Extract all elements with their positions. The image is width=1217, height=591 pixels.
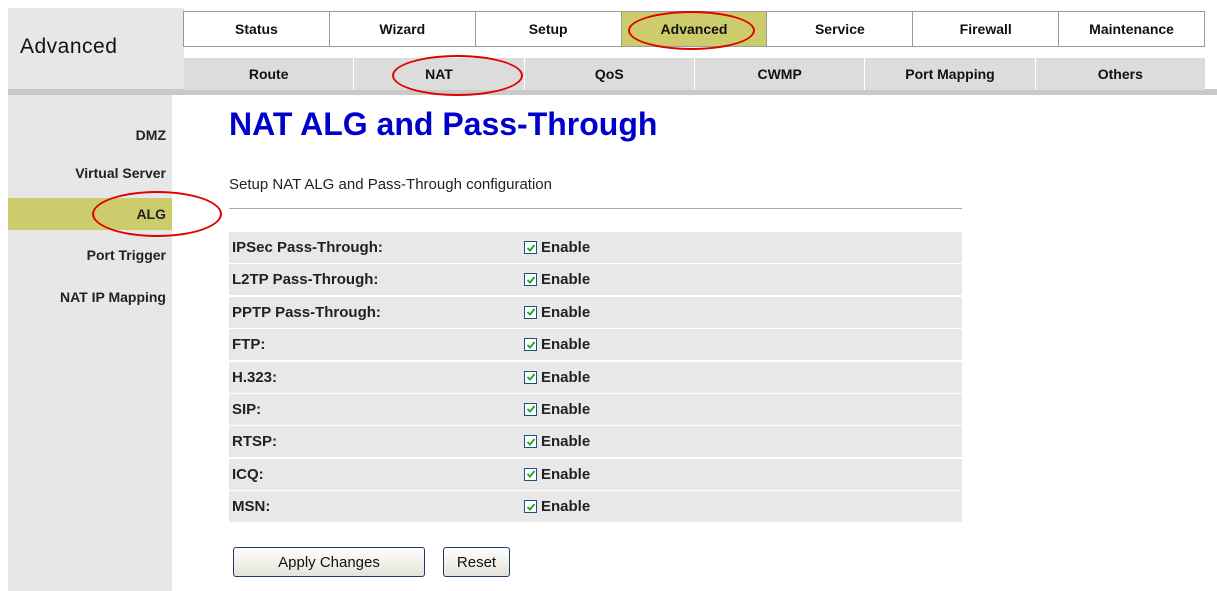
sidebar-item-nat-ip-mapping[interactable]: NAT IP Mapping [8, 289, 172, 305]
checkmark-icon [526, 308, 535, 317]
h323-enable-checkbox[interactable] [524, 370, 537, 384]
tab-firewall[interactable]: Firewall [912, 11, 1060, 47]
apply-changes-button[interactable]: Apply Changes [233, 547, 425, 577]
option-value: Enable [541, 368, 591, 386]
sidebar-item-port-trigger[interactable]: Port Trigger [8, 247, 172, 263]
subtab-others[interactable]: Others [1036, 58, 1205, 90]
section-header: Advanced [8, 8, 184, 90]
page-title: NAT ALG and Pass-Through [229, 106, 658, 142]
option-value: Enable [541, 465, 591, 483]
sub-tabs: Route NAT QoS CWMP Port Mapping Others [184, 58, 1205, 90]
option-value: Enable [541, 433, 591, 451]
sip-enable-checkbox[interactable] [524, 402, 537, 416]
subtab-qos[interactable]: QoS [525, 58, 695, 90]
option-label: PPTP Pass-Through: [232, 303, 381, 321]
option-row-icq: ICQ: Enable [229, 458, 962, 490]
option-row-ftp: FTP: Enable [229, 329, 962, 361]
tab-wizard[interactable]: Wizard [328, 11, 476, 47]
annotation-circle-nat [392, 55, 523, 96]
sidebar-item-dmz[interactable]: DMZ [8, 127, 172, 143]
option-row-msn: MSN: Enable [229, 491, 962, 523]
tab-service[interactable]: Service [766, 11, 914, 47]
section-title: Advanced [20, 35, 118, 58]
tab-maintenance[interactable]: Maintenance [1058, 11, 1206, 47]
rtsp-enable-checkbox[interactable] [524, 435, 537, 449]
option-label: RTSP: [232, 433, 277, 451]
checkmark-icon [526, 405, 535, 414]
checkmark-icon [526, 243, 535, 252]
tab-setup[interactable]: Setup [474, 11, 622, 47]
option-row-sip: SIP: Enable [229, 393, 962, 425]
ftp-enable-checkbox[interactable] [524, 338, 537, 352]
checkmark-icon [526, 276, 535, 284]
option-row-pptp: PPTP Pass-Through: Enable [229, 296, 962, 328]
checkmark-icon [526, 503, 535, 511]
pptp-enable-checkbox[interactable] [524, 305, 537, 319]
subtab-route[interactable]: Route [184, 58, 355, 90]
reset-button[interactable]: Reset [443, 547, 510, 577]
content-divider [229, 208, 962, 209]
option-row-h323: H.323: Enable [229, 361, 962, 393]
icq-enable-checkbox[interactable] [524, 467, 537, 481]
annotation-circle-alg [92, 191, 222, 237]
option-value: Enable [541, 271, 591, 289]
sidebar-item-virtual-server[interactable]: Virtual Server [8, 165, 172, 181]
option-row-rtsp: RTSP: Enable [229, 426, 962, 458]
option-value: Enable [541, 400, 591, 418]
option-label: SIP: [232, 400, 262, 418]
subtab-port-mapping[interactable]: Port Mapping [865, 58, 1036, 90]
option-label: MSN: [232, 498, 271, 516]
checkmark-icon [526, 438, 535, 446]
option-label: H.323: [232, 368, 278, 386]
option-label: L2TP Pass-Through: [232, 271, 379, 289]
checkmark-icon [526, 341, 535, 349]
checkmark-icon [526, 470, 535, 479]
option-value: Enable [541, 336, 591, 354]
option-label: FTP: [232, 336, 266, 354]
option-value: Enable [541, 303, 591, 321]
option-row-l2tp: L2TP Pass-Through: Enable [229, 264, 962, 296]
option-value: Enable [541, 498, 591, 516]
checkmark-icon [526, 373, 535, 381]
msn-enable-checkbox[interactable] [524, 500, 537, 514]
option-label: IPSec Pass-Through: [232, 239, 383, 256]
options-table: IPSec Pass-Through: Enable L2TP Pass-Thr… [229, 232, 962, 524]
l2tp-enable-checkbox[interactable] [524, 273, 537, 287]
subtab-cwmp[interactable]: CWMP [695, 58, 866, 90]
page-description: Setup NAT ALG and Pass-Through configura… [229, 176, 552, 193]
ipsec-enable-checkbox[interactable] [524, 241, 537, 254]
option-value: Enable [541, 239, 591, 256]
annotation-circle-advanced [628, 11, 755, 50]
tab-status[interactable]: Status [183, 11, 330, 47]
option-label: ICQ: [232, 465, 264, 483]
option-row-ipsec: IPSec Pass-Through: Enable [229, 232, 962, 263]
